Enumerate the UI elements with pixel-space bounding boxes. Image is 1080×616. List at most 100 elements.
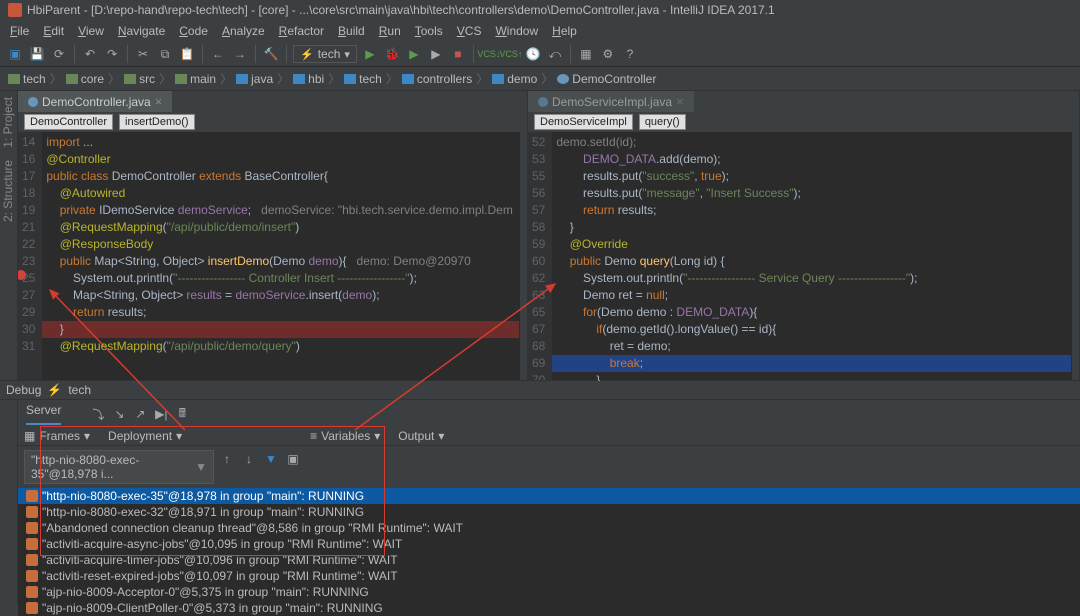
vcs-revert-icon[interactable]: ⤺ xyxy=(546,45,564,63)
class-crumb[interactable]: DemoServiceImpl xyxy=(534,114,633,130)
breadcrumb-item[interactable]: controllers xyxy=(402,72,472,86)
vcs-history-icon[interactable]: 🕓 xyxy=(524,45,542,63)
thread-row[interactable]: "Abandoned connection cleanup thread"@8,… xyxy=(18,520,1080,536)
menu-refactor[interactable]: Refactor xyxy=(273,22,330,40)
project-struct-icon[interactable]: ▦ xyxy=(577,45,595,63)
run-config-selector[interactable]: ⚡ tech ▾ xyxy=(293,45,357,63)
debug-panel: Server ⤵ ↘ ↗ ▶| 🖩 ▦ Frames ▾ Deployment … xyxy=(0,401,1080,604)
step-over-icon[interactable]: ⤵ xyxy=(89,405,107,423)
paste-icon[interactable]: 📋 xyxy=(178,45,196,63)
breadcrumb-item[interactable]: tech xyxy=(8,72,46,86)
sync-icon[interactable]: ⟳ xyxy=(50,45,68,63)
close-icon[interactable]: × xyxy=(155,94,163,109)
breadcrumb-item[interactable]: hbi xyxy=(293,72,324,86)
menu-run[interactable]: Run xyxy=(373,22,407,40)
code-editor[interactable]: 14161718192122232527293031 import ...@Co… xyxy=(18,132,527,381)
breadcrumb-item[interactable]: core xyxy=(66,72,104,86)
code-editor[interactable]: 525355565758596062636567686970717273 dem… xyxy=(528,132,1079,381)
tool-tab[interactable]: 1: Project xyxy=(0,91,17,154)
tab-demoserviceimpl[interactable]: DemoServiceImpl.java × xyxy=(528,91,694,112)
output-tab[interactable]: Output ▾ xyxy=(398,429,444,443)
undo-icon[interactable]: ↶ xyxy=(81,45,99,63)
menu-build[interactable]: Build xyxy=(332,22,371,40)
menu-vcs[interactable]: VCS xyxy=(451,22,488,40)
back-icon[interactable]: ← xyxy=(209,45,227,63)
forward-icon[interactable]: → xyxy=(231,45,249,63)
breadcrumb-item[interactable]: src xyxy=(124,72,155,86)
window-titlebar: HbiParent - [D:\repo-hand\repo-tech\tech… xyxy=(0,0,1080,20)
menu-help[interactable]: Help xyxy=(546,22,583,40)
pkg-icon xyxy=(293,74,305,84)
vcs-update-icon[interactable]: VCS↓ xyxy=(480,45,498,63)
save-icon[interactable]: 💾 xyxy=(28,45,46,63)
pkg-icon xyxy=(492,74,504,84)
menu-navigate[interactable]: Navigate xyxy=(112,22,171,40)
coverage-icon[interactable]: ▶ xyxy=(405,45,423,63)
breadcrumb-item[interactable]: DemoController xyxy=(557,72,656,86)
thread-selector[interactable]: "http-nio-8080-exec-35"@18,978 i...▼ xyxy=(24,450,214,484)
pkg-icon xyxy=(236,74,248,84)
menu-tools[interactable]: Tools xyxy=(409,22,449,40)
thread-row[interactable]: "ajp-nio-8009-Acceptor-0"@5,375 in group… xyxy=(18,584,1080,600)
breadcrumb-item[interactable]: java xyxy=(236,72,273,86)
breadcrumb-item[interactable]: tech xyxy=(344,72,382,86)
build-icon[interactable]: 🔨 xyxy=(262,45,280,63)
right-editor-pane: DemoServiceImpl.java × DemoServiceImpl q… xyxy=(528,91,1080,381)
profile-icon[interactable]: ▶ xyxy=(427,45,445,63)
open-icon[interactable]: ▣ xyxy=(6,45,24,63)
copy-icon[interactable]: ⧉ xyxy=(156,45,174,63)
filter-icon[interactable]: ▼ xyxy=(262,450,280,468)
tab-democontroller[interactable]: DemoController.java × xyxy=(18,91,172,112)
thread-row[interactable]: "http-nio-8080-exec-32"@18,971 in group … xyxy=(18,504,1080,520)
evaluate-icon[interactable]: 🖩 xyxy=(173,405,191,423)
run-to-cursor-icon[interactable]: ▶| xyxy=(152,405,170,423)
menu-view[interactable]: View xyxy=(72,22,110,40)
thread-row[interactable]: "activiti-acquire-async-jobs"@10,095 in … xyxy=(18,536,1080,552)
menu-code[interactable]: Code xyxy=(173,22,214,40)
hide-icon[interactable]: ▣ xyxy=(284,450,302,468)
thread-list[interactable]: "http-nio-8080-exec-35"@18,978 in group … xyxy=(18,488,1080,616)
debug-toolwindow-header[interactable]: Debug ⚡tech xyxy=(0,380,1080,400)
menu-window[interactable]: Window xyxy=(489,22,544,40)
thread-row[interactable]: "ajp-nio-8009-ClientPoller-0"@5,373 in g… xyxy=(18,600,1080,616)
left-tool-strip: 1: Project2: Structure xyxy=(0,91,18,381)
thread-row[interactable]: "http-nio-8080-exec-35"@18,978 in group … xyxy=(18,488,1080,504)
menu-edit[interactable]: Edit xyxy=(37,22,70,40)
method-crumb[interactable]: insertDemo() xyxy=(119,114,195,130)
menu-analyze[interactable]: Analyze xyxy=(216,22,271,40)
thread-row[interactable]: "activiti-acquire-timer-jobs"@10,096 in … xyxy=(18,552,1080,568)
next-frame-icon[interactable]: ↓ xyxy=(240,450,258,468)
variables-tab[interactable]: ≡ Variables ▾ xyxy=(310,429,380,443)
method-crumb[interactable]: query() xyxy=(639,114,686,130)
prev-frame-icon[interactable]: ↑ xyxy=(218,450,236,468)
pkg-icon xyxy=(402,74,414,84)
step-into-icon[interactable]: ↘ xyxy=(110,405,128,423)
tool-tab[interactable]: 2: Structure xyxy=(0,154,17,228)
help-icon[interactable]: ? xyxy=(621,45,639,63)
app-icon xyxy=(8,3,22,17)
settings-icon[interactable]: ⚙ xyxy=(599,45,617,63)
thread-icon xyxy=(26,538,38,550)
vcs-commit-icon[interactable]: VCS↑ xyxy=(502,45,520,63)
nav-breadcrumb: tech〉core〉src〉main〉java〉hbi〉tech〉control… xyxy=(0,67,1080,91)
thread-icon xyxy=(26,490,38,502)
pkg-icon xyxy=(344,74,356,84)
menu-file[interactable]: File xyxy=(4,22,35,40)
folder-icon xyxy=(66,74,78,84)
run-icon[interactable]: ▶ xyxy=(361,45,379,63)
deployment-tab[interactable]: Deployment ▾ xyxy=(108,429,182,443)
frames-tab[interactable]: ▦ Frames ▾ xyxy=(24,429,90,443)
folder-icon xyxy=(8,74,20,84)
main-toolbar: ▣ 💾 ⟳ ↶ ↷ ✂ ⧉ 📋 ← → 🔨 ⚡ tech ▾ ▶ 🐞 ▶ ▶ ■… xyxy=(0,42,1080,67)
class-crumb[interactable]: DemoController xyxy=(24,114,113,130)
redo-icon[interactable]: ↷ xyxy=(103,45,121,63)
tab-server[interactable]: Server xyxy=(26,403,61,425)
step-out-icon[interactable]: ↗ xyxy=(131,405,149,423)
breadcrumb-item[interactable]: demo xyxy=(492,72,537,86)
breadcrumb-item[interactable]: main xyxy=(175,72,216,86)
close-icon[interactable]: × xyxy=(676,94,684,109)
cut-icon[interactable]: ✂ xyxy=(134,45,152,63)
thread-row[interactable]: "activiti-reset-expired-jobs"@10,097 in … xyxy=(18,568,1080,584)
stop-icon[interactable]: ■ xyxy=(449,45,467,63)
debug-icon[interactable]: 🐞 xyxy=(383,45,401,63)
